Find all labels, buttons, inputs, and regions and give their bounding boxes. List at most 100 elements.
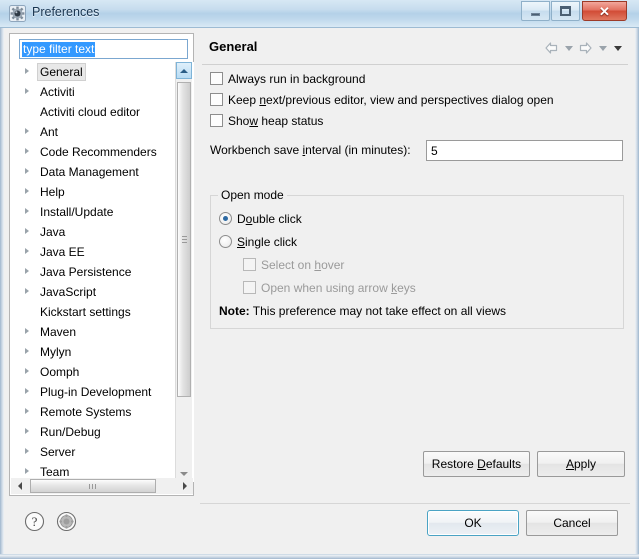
expand-arrow-icon[interactable]: [25, 188, 29, 194]
tree-item-label: Activiti cloud editor: [40, 105, 141, 119]
expand-arrow-icon[interactable]: [25, 328, 29, 334]
close-button[interactable]: ✕: [582, 1, 627, 21]
page-header: General: [200, 33, 630, 64]
tree-item-plug-in-development[interactable]: Plug-in Development: [11, 382, 194, 402]
help-button[interactable]: ?: [24, 511, 45, 532]
tree-item-java-persistence[interactable]: Java Persistence: [11, 262, 194, 282]
expand-arrow-icon[interactable]: [25, 368, 29, 374]
tree-vertical-scrollbar[interactable]: [175, 62, 192, 482]
checkbox-row-show-heap-status[interactable]: Show heap status: [200, 111, 630, 132]
keep-next-previous-editor-label: Keep next/previous editor, view and pers…: [228, 93, 554, 107]
checkbox-row-keep-next-previous-editor[interactable]: Keep next/previous editor, view and pers…: [200, 90, 630, 111]
tree-item-data-management[interactable]: Data Management: [11, 162, 194, 182]
expand-arrow-icon[interactable]: [25, 148, 29, 154]
tree-item-javascript[interactable]: JavaScript: [11, 282, 194, 302]
expand-arrow-icon[interactable]: [25, 268, 29, 274]
single-click-label: Single click: [237, 235, 298, 249]
tree-item-run-debug[interactable]: Run/Debug: [11, 422, 194, 442]
single-click-radio[interactable]: [219, 235, 232, 248]
preferences-shortcut-button[interactable]: [56, 511, 77, 532]
expand-arrow-icon[interactable]: [25, 428, 29, 434]
keep-next-previous-editor-checkbox[interactable]: [210, 93, 223, 106]
view-menu-dropdown-icon[interactable]: [611, 40, 624, 56]
apply-button[interactable]: Apply: [537, 451, 625, 477]
tree-item-label: Java: [40, 225, 66, 239]
open-when-using-arrow-keys-checkbox: [243, 281, 256, 294]
always-run-in-background-checkbox[interactable]: [210, 72, 223, 85]
expand-arrow-icon[interactable]: [25, 128, 29, 134]
tree-item-maven[interactable]: Maven: [11, 322, 194, 342]
restore-defaults-button[interactable]: Restore Defaults: [423, 451, 530, 477]
tree-item-help[interactable]: Help: [11, 182, 194, 202]
chevron-up-icon: [180, 68, 188, 73]
scroll-up-button[interactable]: [176, 62, 192, 79]
filter-input-box[interactable]: type filter text: [19, 39, 188, 59]
tree-item-activiti[interactable]: Activiti: [11, 82, 194, 102]
open-mode-group: Open mode Double click Single click Sele…: [210, 188, 624, 329]
workbench-save-interval-input[interactable]: [426, 140, 623, 161]
scroll-thumb-grip: [182, 235, 187, 244]
vertical-scroll-thumb[interactable]: [177, 82, 191, 397]
tree-item-ant[interactable]: Ant: [11, 122, 194, 142]
double-click-radio[interactable]: [219, 212, 232, 225]
page-title: General: [209, 39, 258, 54]
radio-row-single-click[interactable]: Single click: [211, 231, 623, 254]
preference-tree[interactable]: General Activiti Activiti cloud editor Ant C…: [11, 62, 194, 482]
expand-arrow-icon[interactable]: [25, 248, 29, 254]
tree-item-oomph[interactable]: Oomph: [11, 362, 194, 382]
expand-arrow-icon[interactable]: [25, 228, 29, 234]
expand-arrow-icon[interactable]: [25, 408, 29, 414]
title-bar[interactable]: Preferences ✕: [0, 0, 639, 28]
tree-item-remote-systems[interactable]: Remote Systems: [11, 402, 194, 422]
show-heap-status-checkbox[interactable]: [210, 114, 223, 127]
expand-arrow-icon[interactable]: [25, 208, 29, 214]
tree-item-activiti-cloud-editor[interactable]: Activiti cloud editor: [11, 102, 194, 122]
chevron-right-icon: [182, 482, 187, 490]
select-on-hover-checkbox: [243, 258, 256, 271]
maximize-button[interactable]: [551, 1, 580, 21]
ok-button[interactable]: OK: [427, 510, 519, 536]
expand-arrow-icon[interactable]: [25, 448, 29, 454]
back-dropdown-icon[interactable]: [562, 40, 575, 56]
tree-item-code-recommenders[interactable]: Code Recommenders: [11, 142, 194, 162]
tree-horizontal-scrollbar[interactable]: [11, 478, 193, 494]
forward-arrow-icon[interactable]: [577, 40, 594, 56]
workbench-save-interval-row: Workbench save interval (in minutes):: [200, 138, 630, 162]
checkbox-row-open-when-using-arrow-keys: Open when using arrow keys: [211, 277, 623, 300]
checkbox-row-always-run-in-background[interactable]: Always run in background: [200, 69, 630, 90]
tree-item-label: Kickstart settings: [40, 305, 131, 319]
tree-item-label: Run/Debug: [40, 425, 101, 439]
tree-item-server[interactable]: Server: [11, 442, 194, 462]
scroll-right-button[interactable]: [176, 478, 193, 494]
tree-item-java-ee[interactable]: Java EE: [11, 242, 194, 262]
expand-arrow-icon[interactable]: [25, 288, 29, 294]
tree-item-install-update[interactable]: Install/Update: [11, 202, 194, 222]
expand-arrow-icon[interactable]: [25, 348, 29, 354]
preference-page-panel: General Always run in background Keep ne…: [200, 33, 630, 496]
forward-dropdown-icon[interactable]: [596, 40, 609, 56]
tree-item-general[interactable]: General: [11, 62, 194, 82]
horizontal-scroll-thumb[interactable]: [30, 479, 156, 493]
expand-arrow-icon[interactable]: [25, 168, 29, 174]
cancel-button[interactable]: Cancel: [526, 510, 618, 536]
radio-row-double-click[interactable]: Double click: [211, 208, 623, 231]
tree-item-kickstart-settings[interactable]: Kickstart settings: [11, 302, 194, 322]
expand-arrow-icon[interactable]: [25, 468, 29, 474]
scroll-left-button[interactable]: [11, 478, 28, 494]
back-arrow-icon[interactable]: [543, 40, 560, 56]
show-heap-status-label: Show heap status: [228, 114, 324, 128]
expand-arrow-icon[interactable]: [25, 88, 29, 94]
tree-item-label: Java EE: [40, 245, 85, 259]
expand-arrow-icon[interactable]: [25, 68, 29, 74]
window-frame-right: [635, 0, 639, 559]
filter-input-text[interactable]: type filter text: [22, 42, 96, 57]
window-frame-bottom: [0, 555, 639, 559]
minimize-button[interactable]: [521, 1, 550, 21]
cancel-label: Cancel: [553, 516, 591, 530]
window-bottom-edge: [0, 554, 639, 555]
tree-item-mylyn[interactable]: Mylyn: [11, 342, 194, 362]
dialog-divider: [200, 503, 630, 504]
workbench-save-interval-label: Workbench save interval (in minutes):: [210, 143, 411, 157]
tree-item-java[interactable]: Java: [11, 222, 194, 242]
expand-arrow-icon[interactable]: [25, 388, 29, 394]
